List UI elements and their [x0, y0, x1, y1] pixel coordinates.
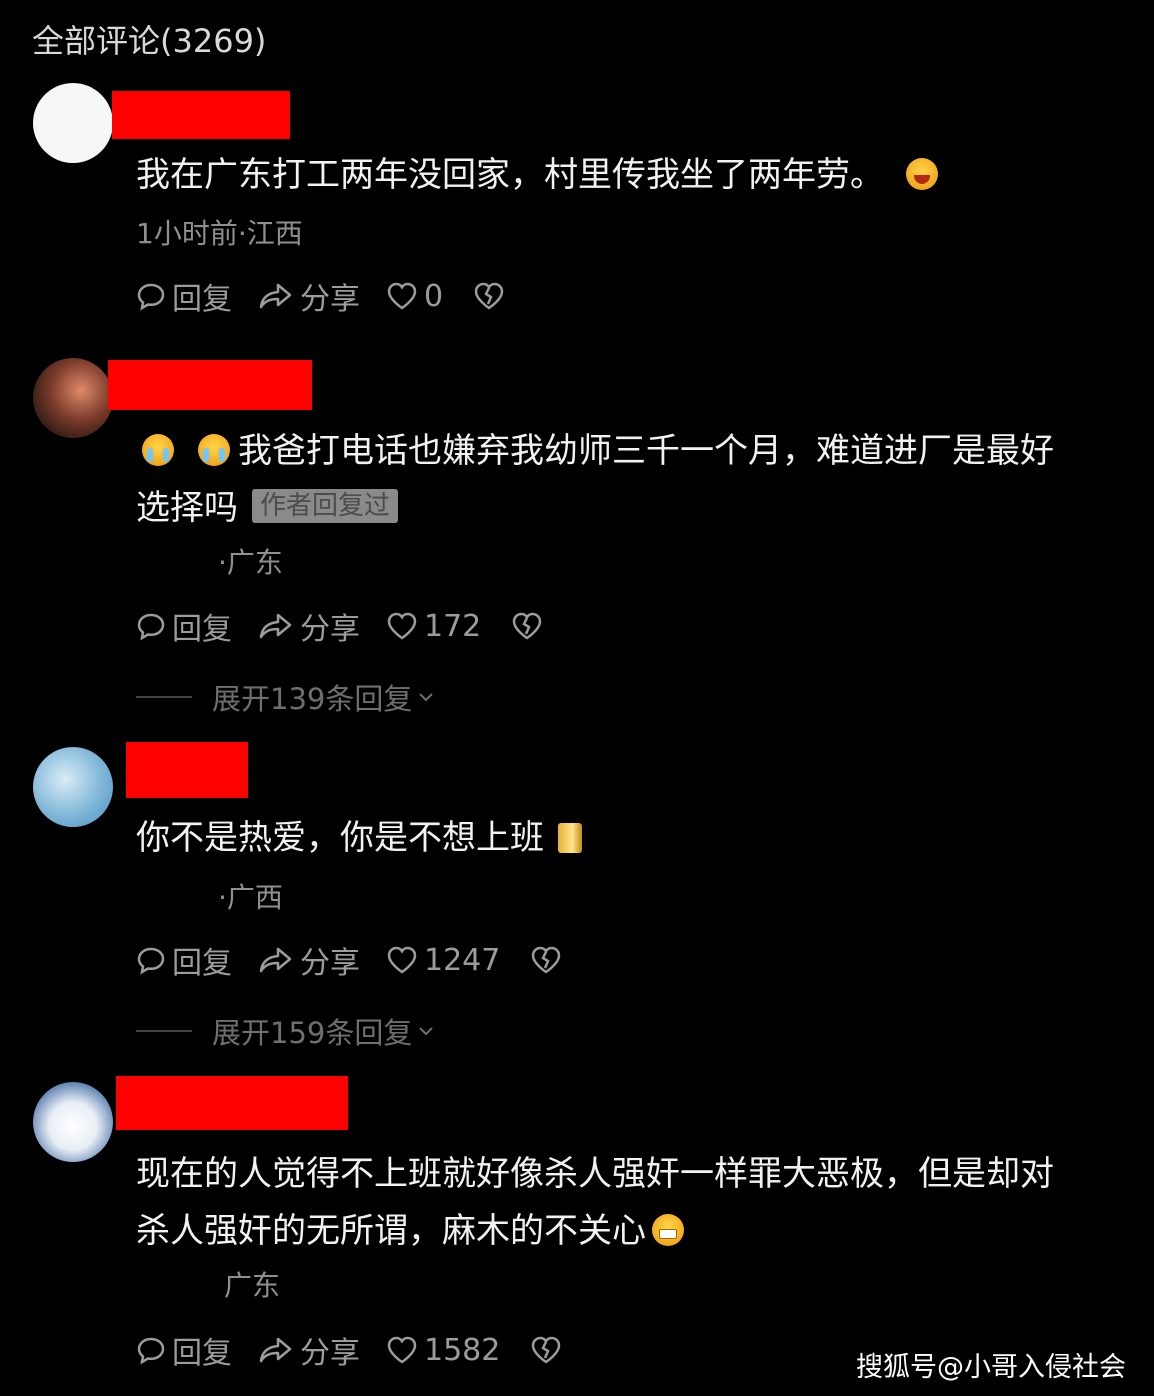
reply-bubble-icon [137, 947, 165, 975]
like-count: 0 [424, 278, 444, 314]
comment-meta: ·广东 [218, 546, 283, 579]
share-button[interactable]: 分享 [258, 604, 360, 648]
share-button[interactable]: 分享 [258, 938, 360, 982]
author-replied-badge: 作者回复过 [252, 489, 399, 523]
broken-heart-icon [513, 612, 542, 640]
redacted-username[interactable] [116, 1076, 348, 1130]
reply-button[interactable]: 回复 [136, 938, 232, 982]
avatar[interactable] [33, 358, 113, 438]
avatar[interactable] [33, 1082, 113, 1162]
comment-actions: 回复 分享 172 [136, 604, 543, 648]
chevron-down-icon [419, 693, 434, 702]
reply-bubble-icon [137, 613, 165, 641]
like-button[interactable]: 172 [386, 609, 481, 644]
share-arrow-icon [259, 947, 292, 973]
dislike-button[interactable] [530, 945, 562, 975]
broken-heart-icon [474, 282, 504, 310]
dislike-button[interactable] [511, 611, 543, 641]
heart-icon [387, 612, 417, 640]
like-count: 1247 [424, 942, 501, 978]
comment-text: 你不是热爱，你是不想上班 [136, 810, 1121, 867]
heart-icon [387, 1336, 417, 1364]
expand-replies-button[interactable]: 展开139条回复 [136, 676, 436, 718]
reply-bubble-icon [137, 1337, 165, 1365]
like-button[interactable]: 0 [386, 279, 443, 314]
redacted-username[interactable] [112, 91, 290, 139]
heart-icon [387, 946, 417, 974]
comment-meta: ·广西 [218, 881, 283, 914]
reply-button[interactable]: 回复 [136, 1328, 232, 1372]
dislike-button[interactable] [530, 1335, 562, 1365]
divider [136, 1030, 192, 1032]
comment-text: 现在的人觉得不上班就好像杀人强奸一样罪大恶极，但是却对 杀人强奸的无所谓，麻木的… [136, 1154, 1054, 1251]
comment-actions: 回复 分享 1247 [136, 938, 562, 982]
broken-heart-icon [532, 1336, 561, 1364]
redacted-username[interactable] [108, 360, 312, 410]
expand-replies-button[interactable]: 展开159条回复 [136, 1010, 436, 1052]
like-button[interactable]: 1582 [386, 1333, 500, 1368]
share-arrow-icon [259, 613, 292, 639]
heart-icon [387, 282, 417, 310]
laughing-emoji-icon [906, 158, 938, 190]
like-count: 1582 [424, 1332, 501, 1368]
redacted-username[interactable] [126, 742, 248, 798]
comment-meta: 广东 [224, 1269, 281, 1302]
like-count: 172 [424, 608, 482, 644]
broken-heart-icon [532, 946, 561, 974]
share-arrow-icon [259, 1337, 292, 1363]
comment-meta: 1小时前·江西 [136, 217, 303, 250]
divider [136, 696, 192, 698]
reply-button[interactable]: 回复 [136, 274, 232, 318]
share-button[interactable]: 分享 [258, 274, 360, 318]
chevron-down-icon [419, 1027, 434, 1036]
crying-emoji-icon [198, 434, 230, 466]
sohu-watermark: 搜狐号@小哥入侵社会 [856, 1352, 1126, 1383]
comment-actions: 回复 分享 1582 [136, 1328, 562, 1372]
comments-header: 全部评论(3269) [32, 22, 267, 60]
share-arrow-icon [259, 283, 292, 309]
comment-text: 我爸打电话也嫌弃我幼师三千一个月，难道进厂是最好 选择吗 作者回复过 [136, 431, 1054, 528]
reply-bubble-icon [137, 283, 165, 311]
reply-button[interactable]: 回复 [136, 604, 232, 648]
crying-emoji-icon [142, 434, 174, 466]
grinning-emoji-icon [652, 1214, 684, 1246]
share-button[interactable]: 分享 [258, 1328, 360, 1372]
dislike-button[interactable] [473, 281, 505, 311]
like-button[interactable]: 1247 [386, 943, 500, 978]
comment-text: 我在广东打工两年没回家，村里传我坐了两年劳。 [136, 147, 1121, 204]
avatar[interactable] [33, 747, 113, 827]
comment-actions: 回复 分享 0 [136, 274, 505, 318]
avatar[interactable] [33, 83, 113, 163]
gold-emoji-icon [558, 823, 582, 853]
